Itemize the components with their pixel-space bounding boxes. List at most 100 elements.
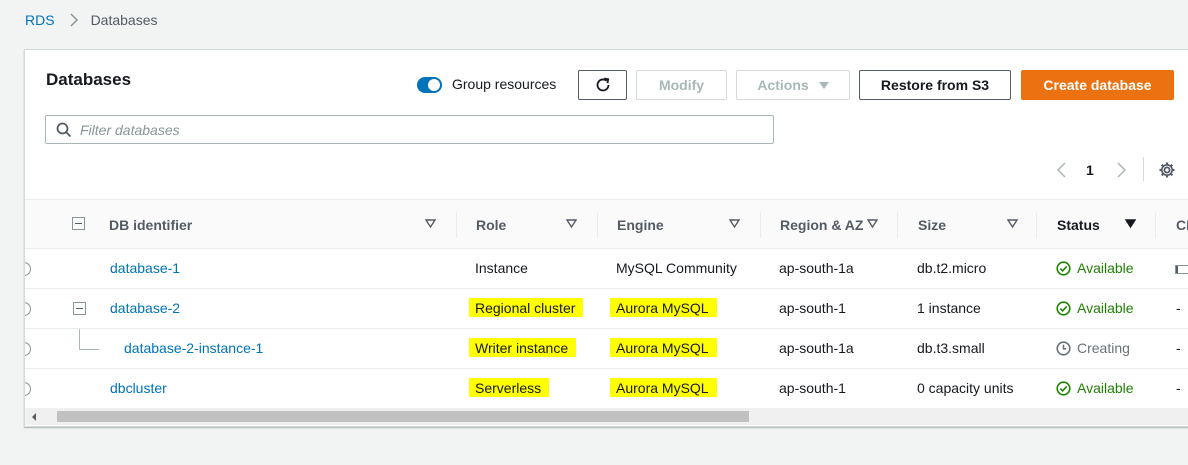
engine-label: Aurora MySQL: [610, 298, 717, 317]
status-label: Creating: [1077, 340, 1130, 356]
region-cell: ap-south-1: [779, 380, 846, 396]
engine-cell: MySQL Community: [616, 260, 737, 276]
pager-divider: [1143, 157, 1144, 181]
region-cell: ap-south-1: [779, 300, 846, 316]
next-page-icon[interactable]: [1114, 160, 1128, 180]
role-label: Writer instance: [469, 338, 577, 357]
column-region-az[interactable]: Region & AZ: [780, 200, 900, 249]
sort-icon: [867, 219, 878, 229]
tree-connector: [79, 349, 99, 350]
column-status[interactable]: Status: [1057, 200, 1147, 249]
db-identifier-link[interactable]: dbcluster: [110, 380, 167, 396]
tree-connector: [79, 329, 80, 349]
row-select-radio[interactable]: [25, 302, 31, 316]
column-role[interactable]: Role: [476, 200, 596, 249]
scroll-left-icon[interactable]: [32, 413, 36, 421]
column-label: Region & AZ: [780, 216, 864, 233]
restore-from-s3-button[interactable]: Restore from S3: [859, 70, 1011, 100]
column-label: CP: [1176, 216, 1188, 233]
column-divider: [1155, 212, 1156, 238]
status-label: Available: [1077, 260, 1134, 276]
engine-cell: Aurora MySQL: [610, 378, 717, 397]
group-resources-label: Group resources: [452, 76, 557, 92]
column-engine[interactable]: Engine: [617, 200, 767, 249]
scrollbar-thumb[interactable]: [57, 411, 749, 422]
column-divider: [597, 212, 598, 238]
status-cell: Creating: [1056, 340, 1130, 356]
column-db-identifier[interactable]: DB identifier: [109, 200, 439, 249]
databases-table: DB identifier Role Engine Region & AZ Si…: [25, 199, 1188, 409]
role-label: Serverless: [469, 378, 550, 397]
sort-desc-icon: [1125, 219, 1136, 229]
filter-databases-input[interactable]: [80, 119, 760, 140]
caret-down-icon: [818, 81, 829, 89]
filter-databases-field: [45, 115, 774, 144]
cpu-utilization-bar: [1175, 265, 1188, 274]
row-select-radio[interactable]: [25, 342, 31, 356]
column-label: Size: [918, 216, 947, 233]
engine-cell: Aurora MySQL: [610, 338, 717, 357]
breadcrumb: RDS Databases: [25, 11, 158, 29]
clock-icon: [1056, 340, 1071, 356]
toggle-knob: [428, 79, 440, 91]
sort-icon: [729, 219, 740, 229]
role-cell: Writer instance: [469, 338, 577, 357]
check-circle-icon: [1056, 300, 1071, 316]
column-size[interactable]: Size: [918, 200, 1028, 249]
gear-icon[interactable]: [1158, 161, 1176, 179]
role-cell: Regional cluster: [469, 298, 584, 317]
sort-icon: [1007, 219, 1018, 229]
table-header: DB identifier Role Engine Region & AZ Si…: [25, 199, 1188, 249]
horizontal-scrollbar[interactable]: [25, 408, 1188, 425]
status-cell: Available: [1056, 260, 1134, 276]
actions-label: Actions: [757, 77, 809, 93]
db-identifier-link[interactable]: database-1: [110, 260, 180, 276]
column-label: Engine: [617, 216, 664, 233]
table-row[interactable]: database-1 Instance MySQL Community ap-s…: [25, 249, 1188, 289]
column-label: Role: [476, 216, 507, 233]
table-row[interactable]: database-2 Regional cluster Aurora MySQL…: [25, 289, 1188, 329]
refresh-button[interactable]: [578, 70, 627, 100]
previous-page-icon[interactable]: [1055, 160, 1069, 180]
engine-cell: Aurora MySQL: [610, 298, 717, 317]
engine-label: Aurora MySQL: [610, 378, 717, 397]
region-cell: ap-south-1a: [779, 340, 854, 356]
create-database-button[interactable]: Create database: [1021, 70, 1174, 100]
column-divider: [456, 212, 457, 238]
actions-button[interactable]: Actions: [736, 70, 850, 100]
column-label: Status: [1057, 216, 1100, 233]
collapse-all-icon[interactable]: [72, 217, 85, 230]
size-cell: db.t3.small: [917, 340, 985, 356]
sort-icon: [566, 219, 577, 229]
db-identifier-link[interactable]: database-2: [110, 300, 180, 316]
size-cell: 1 instance: [917, 300, 981, 316]
role-cell: Serverless: [469, 378, 550, 397]
column-cpu[interactable]: CP: [1176, 200, 1188, 249]
cpu-cell: -: [1176, 340, 1181, 356]
status-cell: Available: [1056, 300, 1134, 316]
status-cell: Available: [1056, 380, 1134, 396]
db-identifier-link[interactable]: database-2-instance-1: [124, 340, 263, 356]
cpu-fill: [1176, 266, 1178, 273]
group-resources-toggle[interactable]: [417, 77, 442, 93]
refresh-icon: [596, 77, 609, 92]
check-circle-icon: [1056, 380, 1071, 396]
size-cell: 0 capacity units: [917, 380, 1014, 396]
current-page-number[interactable]: 1: [1086, 162, 1094, 178]
status-label: Available: [1077, 300, 1134, 316]
check-circle-icon: [1056, 260, 1071, 276]
row-select-radio[interactable]: [25, 382, 31, 396]
role-cell: Instance: [475, 260, 528, 276]
row-select-radio[interactable]: [25, 262, 31, 276]
cpu-cell: -: [1176, 300, 1181, 316]
table-row[interactable]: dbcluster Serverless Aurora MySQL ap-sou…: [25, 369, 1188, 409]
breadcrumb-rds-link[interactable]: RDS: [25, 12, 55, 28]
modify-button[interactable]: Modify: [636, 70, 727, 100]
collapse-group-icon[interactable]: [73, 302, 86, 315]
status-label: Available: [1077, 380, 1134, 396]
databases-panel: Databases Group resources Modify Actions…: [24, 49, 1188, 427]
table-row[interactable]: database-2-instance-1 Writer instance Au…: [25, 329, 1188, 369]
column-label: DB identifier: [109, 216, 193, 233]
search-icon: [56, 122, 72, 138]
engine-label: Aurora MySQL: [610, 338, 717, 357]
